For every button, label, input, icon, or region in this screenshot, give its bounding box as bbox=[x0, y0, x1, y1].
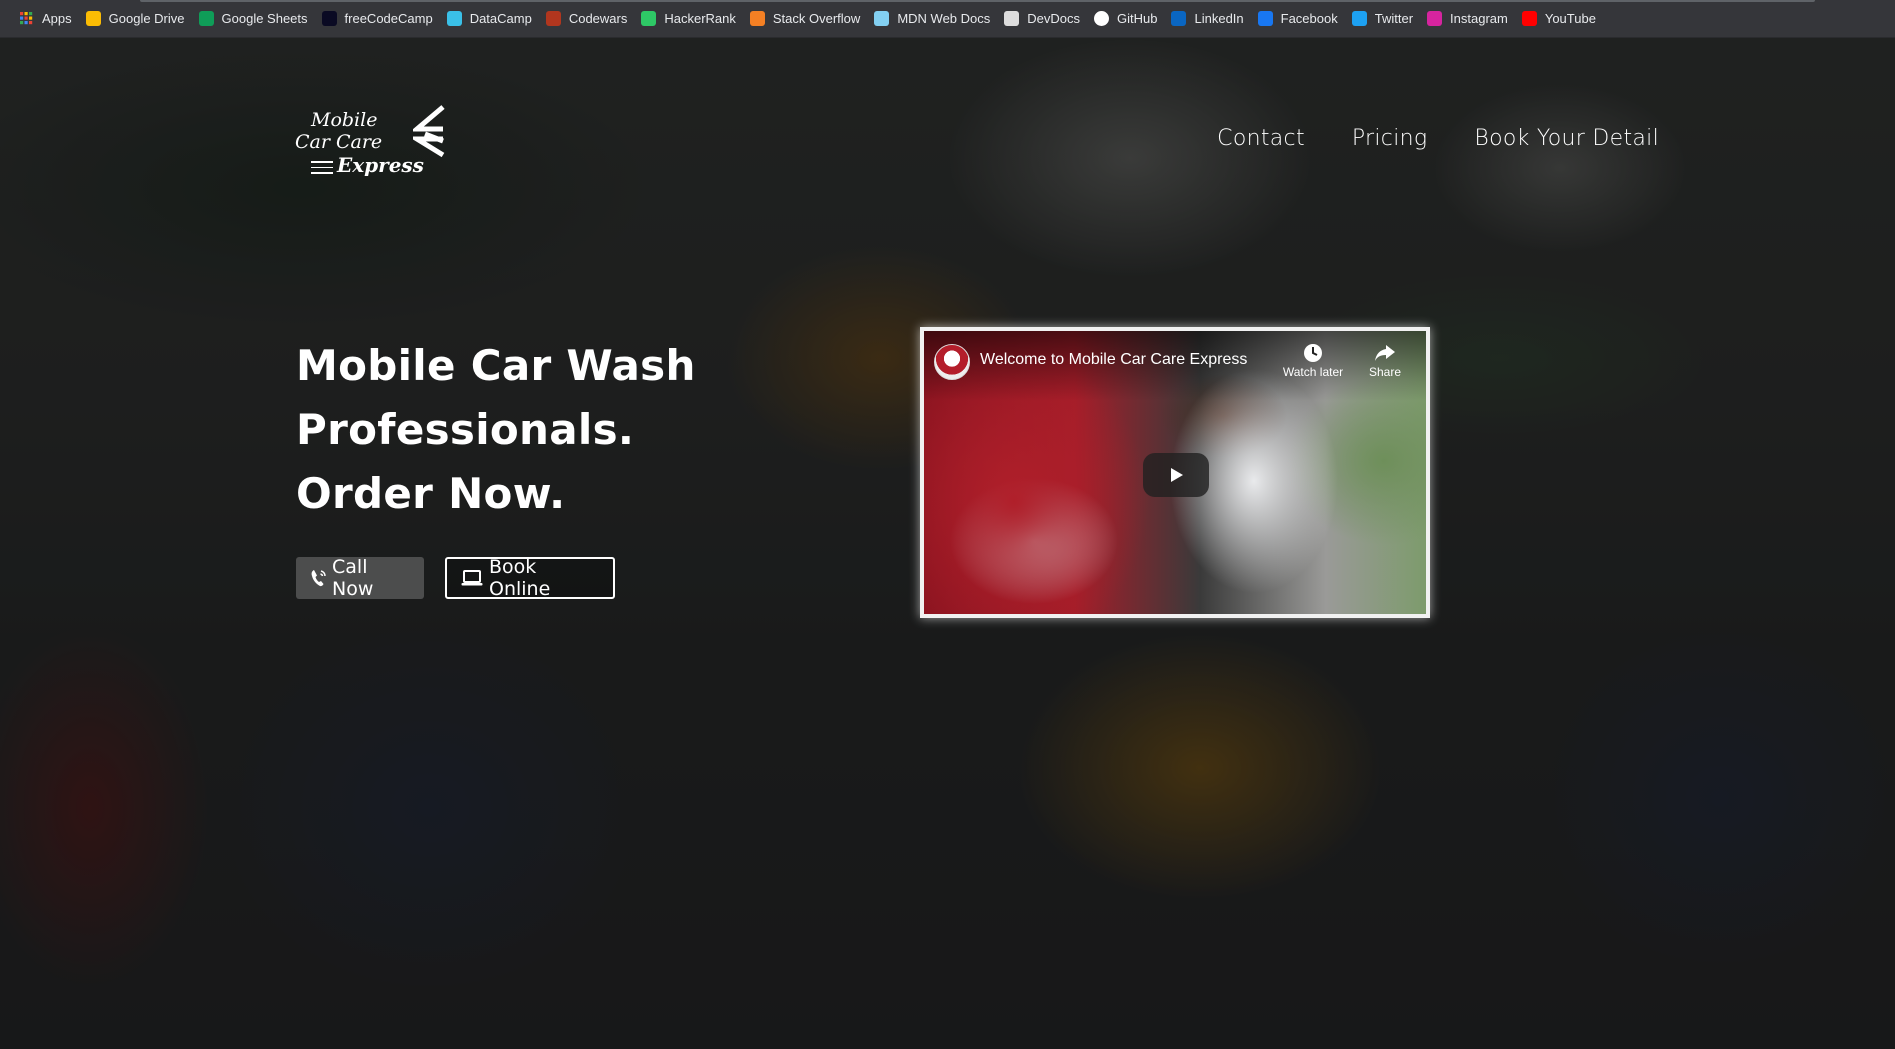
google-sheets-icon bbox=[198, 11, 214, 26]
logo-line-2: Car Care bbox=[295, 131, 383, 153]
share-label: Share bbox=[1368, 365, 1402, 379]
logo-chevron-icon bbox=[413, 105, 445, 158]
bookmark-apps[interactable]: Apps bbox=[12, 5, 79, 33]
bookmark-label: Codewars bbox=[568, 11, 628, 26]
nav-book-your-detail[interactable]: Book Your Detail bbox=[1474, 126, 1659, 151]
laptop-icon bbox=[461, 569, 483, 587]
share-button[interactable]: Share bbox=[1350, 343, 1420, 379]
play-icon bbox=[1171, 468, 1183, 482]
bookmarks-list: Apps Google Drive Google Sheets freeCodeCam… bbox=[12, 5, 1603, 33]
youtube-icon bbox=[1521, 11, 1537, 26]
bookmark-label: GitHub bbox=[1117, 11, 1158, 26]
video-title[interactable]: Welcome to Mobile Car Care Express bbox=[980, 351, 1247, 369]
headline-line-3: Order Now. bbox=[296, 469, 566, 518]
call-now-label: Call Now bbox=[332, 556, 374, 600]
logo-line-1: Mobile bbox=[311, 109, 378, 131]
bookmark-label: Facebook bbox=[1280, 11, 1338, 26]
hero-section: Mobile Car Care Express Contact Pricing … bbox=[0, 38, 1895, 1049]
datacamp-icon bbox=[446, 11, 462, 26]
bookmark-label: YouTube bbox=[1544, 11, 1596, 26]
watch-later-label: Watch later bbox=[1282, 365, 1344, 379]
codewars-icon bbox=[545, 11, 561, 26]
freecodecamp-icon bbox=[321, 11, 337, 26]
book-online-button[interactable]: Book Online bbox=[445, 556, 615, 600]
bookmark-google-sheets[interactable]: Google Sheets bbox=[192, 5, 315, 33]
bookmark-google-drive[interactable]: Google Drive bbox=[79, 5, 192, 33]
bookmarks-bar: Apps Google Drive Google Sheets freeCodeCam… bbox=[0, 0, 1895, 38]
site-logo[interactable]: Mobile Car Care Express bbox=[293, 105, 445, 185]
bookmark-label: Google Drive bbox=[108, 11, 185, 26]
call-now-button[interactable]: Call Now bbox=[296, 556, 424, 600]
headline-line-2: Professionals. bbox=[296, 405, 635, 454]
share-arrow-icon bbox=[1375, 345, 1395, 361]
bookmark-github[interactable]: GitHub bbox=[1087, 5, 1164, 33]
bookmark-codewars[interactable]: Codewars bbox=[539, 5, 635, 33]
bookmark-facebook[interactable]: Facebook bbox=[1251, 5, 1345, 33]
twitter-icon bbox=[1351, 11, 1367, 26]
bookmark-label: Twitter bbox=[1374, 11, 1414, 26]
play-button[interactable] bbox=[1143, 453, 1209, 497]
bookmark-linkedin[interactable]: LinkedIn bbox=[1164, 5, 1250, 33]
google-drive-icon bbox=[85, 11, 101, 26]
mdn-icon bbox=[874, 11, 890, 26]
bookmark-label: Google Sheets bbox=[221, 11, 308, 26]
apps-grid-icon bbox=[19, 11, 34, 26]
nav-pricing[interactable]: Pricing bbox=[1352, 126, 1428, 151]
logo-line-3: Express bbox=[337, 153, 424, 177]
speed-lines-icon bbox=[311, 161, 333, 178]
bookmark-hackerrank[interactable]: HackerRank bbox=[634, 5, 743, 33]
headline-line-1: Mobile Car Wash bbox=[296, 341, 696, 390]
stackoverflow-icon bbox=[749, 11, 765, 26]
clock-icon bbox=[1304, 344, 1322, 362]
main-nav: Contact Pricing Book Your Detail bbox=[1217, 126, 1659, 151]
bookmark-label: DevDocs bbox=[1027, 11, 1081, 26]
facebook-icon bbox=[1257, 11, 1273, 26]
video-embed[interactable]: Welcome to Mobile Car Care Express Watch… bbox=[920, 327, 1430, 618]
bookmark-label: LinkedIn bbox=[1194, 11, 1244, 26]
phone-icon bbox=[310, 569, 326, 587]
channel-avatar[interactable] bbox=[934, 344, 970, 380]
bookmark-label: DataCamp bbox=[469, 11, 532, 26]
bookmark-mdn-web-docs[interactable]: MDN Web Docs bbox=[867, 5, 997, 33]
bookmark-label: freeCodeCamp bbox=[344, 11, 433, 26]
instagram-icon bbox=[1427, 11, 1443, 26]
bookmark-label: Instagram bbox=[1450, 11, 1508, 26]
bookmark-label: Stack Overflow bbox=[772, 11, 861, 26]
bookmark-datacamp[interactable]: DataCamp bbox=[440, 5, 539, 33]
bookmark-instagram[interactable]: Instagram bbox=[1420, 5, 1515, 33]
bookmark-devdocs[interactable]: DevDocs bbox=[997, 5, 1087, 33]
bookmark-youtube[interactable]: YouTube bbox=[1515, 5, 1603, 33]
bookmark-label: Apps bbox=[42, 11, 72, 26]
bookmark-stack-overflow[interactable]: Stack Overflow bbox=[743, 5, 867, 33]
watch-later-button[interactable]: Watch later bbox=[1278, 343, 1348, 379]
hero-headline: Mobile Car Wash Professionals. Order Now… bbox=[296, 334, 816, 526]
bookmark-label: MDN Web Docs bbox=[897, 11, 991, 26]
bookmark-twitter[interactable]: Twitter bbox=[1345, 5, 1420, 33]
bookmark-label: HackerRank bbox=[664, 11, 736, 26]
tab-strip-edge bbox=[140, 0, 1815, 2]
book-online-label: Book Online bbox=[489, 556, 551, 600]
hackerrank-icon bbox=[641, 11, 657, 26]
linkedin-icon bbox=[1171, 11, 1187, 26]
github-icon bbox=[1094, 11, 1110, 26]
devdocs-icon bbox=[1004, 11, 1020, 26]
bookmark-freecodecamp[interactable]: freeCodeCamp bbox=[315, 5, 440, 33]
nav-contact[interactable]: Contact bbox=[1217, 126, 1305, 151]
